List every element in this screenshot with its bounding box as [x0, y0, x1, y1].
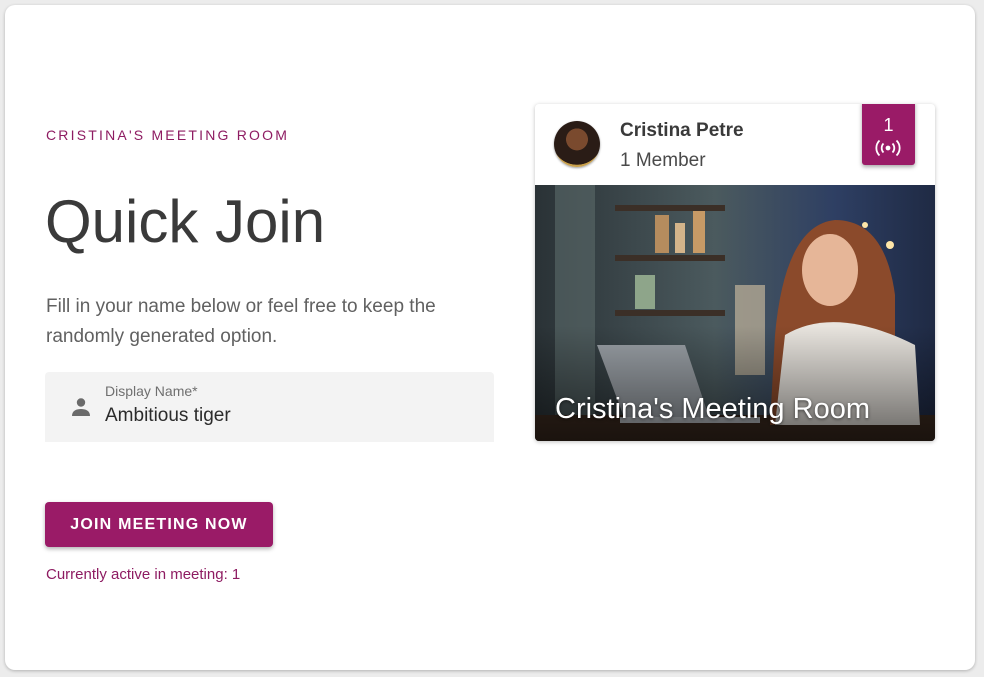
- join-meeting-button[interactable]: JOIN MEETING NOW: [45, 502, 273, 547]
- room-caption: Cristina's Meeting Room: [555, 393, 870, 425]
- person-icon: [72, 398, 90, 416]
- page-description: Fill in your name below or feel free to …: [46, 296, 436, 347]
- page-title: Quick Join: [45, 188, 326, 255]
- display-name-field[interactable]: Display Name* Ambitious tiger: [45, 372, 494, 442]
- active-count-text: Currently active in meeting: 1: [46, 566, 241, 583]
- display-name-label: Display Name*: [105, 383, 198, 399]
- host-name: Cristina Petre: [620, 120, 744, 141]
- live-count: 1: [883, 115, 894, 135]
- room-cover-image: Cristina's Meeting Room: [535, 185, 935, 441]
- quick-join-card: CRISTINA'S MEETING ROOM Quick Join Fill …: [5, 5, 975, 670]
- live-participants-badge: 1: [862, 104, 915, 165]
- broadcast-icon: [875, 139, 901, 157]
- host-avatar: [554, 121, 600, 167]
- room-preview-card: Cristina Petre 1 Member 1 Cristina's Mee…: [535, 104, 935, 441]
- display-name-input[interactable]: Ambitious tiger: [105, 405, 231, 427]
- room-eyebrow: CRISTINA'S MEETING ROOM: [46, 127, 290, 143]
- member-count: 1 Member: [620, 150, 706, 171]
